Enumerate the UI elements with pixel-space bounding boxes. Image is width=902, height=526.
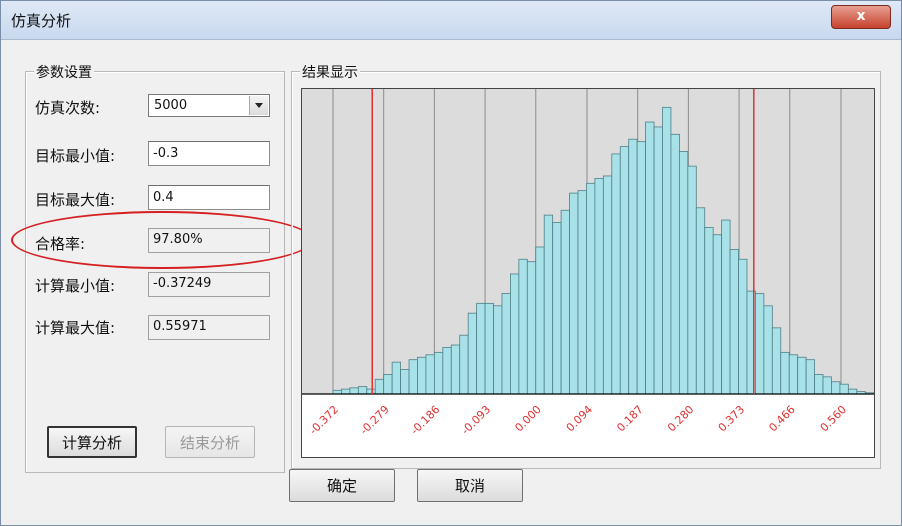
histogram-bar [391,361,401,395]
histogram-bar [797,356,807,395]
histogram-bar [721,219,731,395]
histogram-bar [459,334,469,395]
histogram-bar [518,258,528,395]
target-max-input[interactable] [148,185,270,210]
histogram-bar [400,369,410,395]
histogram-bar [822,376,832,395]
histogram-bar [510,273,520,395]
histogram-bar [602,175,613,395]
histogram-bar [543,214,554,395]
histogram-bar [628,138,638,395]
histogram-bar [678,151,689,395]
histogram-bar [645,121,655,395]
histogram-bar [712,234,723,395]
histogram-bar [814,373,824,395]
histogram-bar [374,378,385,395]
histogram-bar [839,383,849,395]
histogram-bar [450,344,461,395]
cancel-button[interactable]: 取消 [417,469,523,502]
histogram-bar [442,347,452,395]
histogram-bar [695,207,706,395]
histogram-bar [560,209,570,395]
histogram-bar [417,356,427,395]
histogram-bar [788,354,799,395]
histogram-bar [484,302,494,395]
histogram-bar [586,182,596,395]
histogram-bar [594,178,604,395]
chevron-down-icon[interactable] [249,96,268,115]
histogram-bar [831,381,841,395]
histogram-bar [467,312,478,395]
histogram-bar [805,359,815,395]
histogram-bar [729,249,739,395]
calc-analysis-button[interactable]: 计算分析 [47,426,137,458]
histogram-bar [780,351,790,395]
ok-button[interactable]: 确定 [289,469,395,502]
histogram-bar [738,258,748,395]
window-title: 仿真分析 [11,12,72,30]
histogram-bar [425,354,435,395]
close-icon: x [856,8,866,24]
histogram-bar [763,305,773,395]
sim-count-value: 5000 [154,98,188,113]
calc-max-value: 0.55971 [148,315,270,340]
histogram-bar [501,293,511,395]
target-max-label: 目标最大值: [35,191,116,209]
target-min-input[interactable] [148,141,270,166]
histogram-bar [670,133,680,395]
histogram-bar [847,388,858,395]
histogram-bar [662,106,672,395]
histogram-chart: -0.372 -0.279 -0.186 -0.093 0.000 0.094 0.187 0… [301,88,875,458]
calc-max-label: 计算最大值: [35,319,116,337]
result-group-title: 结果显示 [300,62,360,82]
histogram-bar [687,165,697,395]
histogram-bar [611,153,621,395]
histogram-bar [341,388,351,395]
histogram-bar [636,141,646,395]
calc-min-value: -0.37249 [148,272,270,297]
end-analysis-button[interactable]: 结束分析 [165,426,255,458]
histogram-bar [357,386,368,395]
histogram-bar [493,305,503,395]
histogram-bar [383,373,393,395]
calc-min-label: 计算最小值: [35,277,116,295]
histogram-bar [619,146,630,395]
simulation-dialog: 仿真分析 x 参数设置 仿真次数: 5000 目标最小值: 目标最大值: 合格率… [0,0,902,526]
sim-count-select[interactable]: 5000 [148,94,270,117]
histogram-bar [552,222,562,395]
histogram-bar [366,388,376,395]
histogram-bar [526,261,537,395]
histogram-bar [653,126,663,395]
histogram-bar [535,246,545,395]
histogram-bar [408,359,418,395]
histogram-bar [755,293,765,395]
histogram-bar [433,351,444,395]
histogram-bar [771,327,782,395]
histogram-bar [476,302,486,395]
annotation-ellipse [11,211,313,269]
histogram-bar [577,190,587,395]
sim-count-label: 仿真次数: [35,99,101,117]
title-bar[interactable]: 仿真分析 x [1,1,901,40]
close-button[interactable]: x [831,5,891,29]
histogram-bar [349,387,359,395]
histogram-bar [569,192,579,395]
histogram-bar [704,226,714,395]
params-group-title: 参数设置 [34,62,94,82]
target-min-label: 目标最小值: [35,147,116,165]
